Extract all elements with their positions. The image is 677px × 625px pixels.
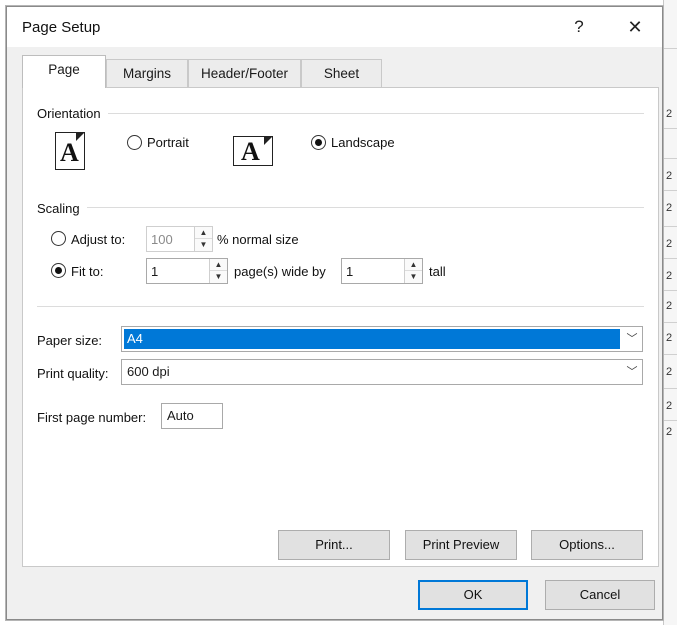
close-icon: ✕ — [627, 17, 643, 37]
section-divider — [37, 306, 644, 307]
adjust-to-suffix: % normal size — [217, 232, 299, 247]
paper-size-select[interactable]: A4 ﹀ — [121, 326, 643, 352]
spin-down-icon[interactable]: ▼ — [405, 271, 422, 283]
print-quality-value: 600 dpi — [127, 364, 170, 379]
title-bar[interactable]: Page Setup ? ✕ — [7, 7, 662, 47]
fit-wide-suffix: page(s) wide by — [234, 264, 326, 279]
dialog-title: Page Setup — [22, 19, 101, 36]
fit-to-radio[interactable] — [51, 263, 66, 278]
fit-wide-value: 1 — [151, 264, 159, 279]
cell-value: 2 — [666, 332, 673, 344]
paper-size-value: A4 — [124, 329, 620, 349]
portrait-page-icon: A — [55, 132, 85, 170]
cell-value: 2 — [666, 400, 673, 412]
options-button[interactable]: Options... — [531, 530, 643, 560]
spin-up-icon[interactable]: ▲ — [210, 259, 227, 271]
spin-down-icon[interactable]: ▼ — [210, 271, 227, 283]
first-page-number-input[interactable]: Auto — [161, 403, 223, 429]
tab-sheet[interactable]: Sheet — [301, 59, 382, 87]
print-button[interactable]: Print... — [278, 530, 390, 560]
tab-page[interactable]: Page — [22, 55, 106, 88]
fit-tall-suffix: tall — [429, 264, 446, 279]
cell-value: 2 — [666, 426, 673, 438]
spin-up-icon[interactable]: ▲ — [195, 227, 212, 239]
print-quality-label: Print quality: — [37, 366, 109, 381]
cell-value: 2 — [666, 202, 673, 214]
portrait-radio[interactable] — [127, 135, 142, 150]
spin-up-icon[interactable]: ▲ — [405, 259, 422, 271]
page-tab-panel: Orientation A Portrait A Landscape Scali… — [22, 87, 659, 567]
tab-header-footer[interactable]: Header/Footer — [188, 59, 301, 87]
fit-wide-spin-arrows[interactable]: ▲ ▼ — [209, 259, 227, 283]
landscape-page-icon: A — [233, 136, 273, 166]
ok-button[interactable]: OK — [418, 580, 528, 610]
fit-tall-value: 1 — [346, 264, 354, 279]
orientation-label: Orientation — [37, 106, 105, 121]
fit-to-label[interactable]: Fit to: — [71, 264, 104, 279]
adjust-to-radio[interactable] — [51, 231, 66, 246]
cell-value: 2 — [666, 270, 673, 282]
portrait-label[interactable]: Portrait — [147, 135, 189, 150]
fit-wide-stepper[interactable]: 1 ▲ ▼ — [146, 258, 228, 284]
scaling-label: Scaling — [37, 201, 84, 216]
spreadsheet-column-strip: 2 2 2 2 2 2 2 2 2 2 — [663, 0, 677, 625]
orientation-divider — [108, 113, 644, 114]
adjust-to-value: 100 — [151, 232, 173, 247]
adjust-to-spin-arrows[interactable]: ▲ ▼ — [194, 227, 212, 251]
cell-value: 2 — [666, 366, 673, 378]
help-button[interactable]: ? — [567, 15, 591, 39]
print-preview-button[interactable]: Print Preview — [405, 530, 517, 560]
page-setup-dialog: Page Setup ? ✕ Page Margins Header/Foote… — [6, 6, 663, 620]
tab-margins[interactable]: Margins — [106, 59, 188, 87]
cell-value: 2 — [666, 300, 673, 312]
fit-tall-stepper[interactable]: 1 ▲ ▼ — [341, 258, 423, 284]
first-page-number-label: First page number: — [37, 410, 147, 425]
cancel-button[interactable]: Cancel — [545, 580, 655, 610]
scaling-divider — [87, 207, 644, 208]
fit-tall-spin-arrows[interactable]: ▲ ▼ — [404, 259, 422, 283]
adjust-to-stepper[interactable]: 100 ▲ ▼ — [146, 226, 213, 252]
chevron-down-icon[interactable]: ﹀ — [622, 327, 642, 351]
print-quality-select[interactable]: 600 dpi ﹀ — [121, 359, 643, 385]
chevron-down-icon[interactable]: ﹀ — [622, 360, 642, 384]
adjust-to-label[interactable]: Adjust to: — [71, 232, 125, 247]
cell-value: 2 — [666, 170, 673, 182]
cell-value: 2 — [666, 238, 673, 250]
close-button[interactable]: ✕ — [621, 15, 649, 39]
spin-down-icon[interactable]: ▼ — [195, 239, 212, 251]
paper-size-label: Paper size: — [37, 333, 103, 348]
cell-value: 2 — [666, 108, 673, 120]
landscape-radio[interactable] — [311, 135, 326, 150]
landscape-label[interactable]: Landscape — [331, 135, 395, 150]
